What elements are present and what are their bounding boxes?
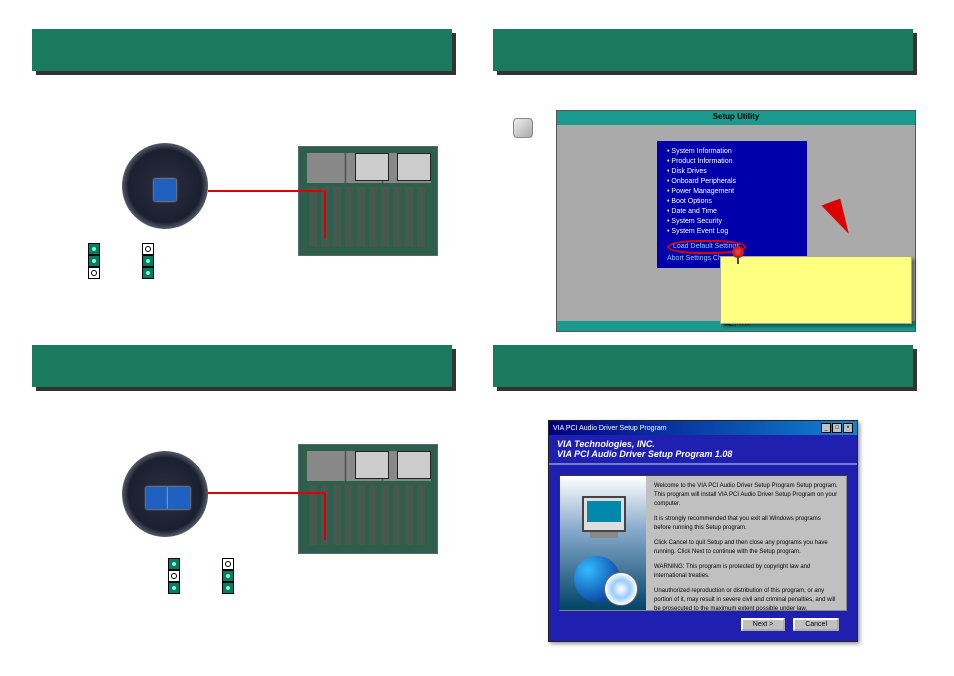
bios-item: Product Information bbox=[667, 157, 797, 167]
bios-item: Date and Time bbox=[667, 207, 797, 217]
installer-company: VIA Technologies, INC. bbox=[557, 439, 849, 449]
motherboard-closeup-2 bbox=[122, 451, 208, 537]
cd-disc-icon bbox=[604, 572, 638, 606]
pointer-line bbox=[324, 190, 326, 238]
section-header-4 bbox=[493, 345, 913, 387]
motherboard-board-1 bbox=[298, 146, 438, 256]
cancel-button[interactable]: Cancel bbox=[793, 618, 839, 631]
cpu-socket-icon bbox=[397, 451, 431, 479]
maximize-button[interactable]: □ bbox=[832, 423, 842, 433]
installer-header: VIA Technologies, INC. VIA PCI Audio Dri… bbox=[549, 435, 857, 465]
sticky-note bbox=[720, 256, 912, 324]
next-button[interactable]: Next > bbox=[741, 618, 785, 631]
installer-body: Welcome to the VIA PCI Audio Driver Setu… bbox=[559, 475, 847, 611]
jumper-chip-icon bbox=[154, 179, 176, 201]
installer-para: Click Cancel to quit Setup and then clos… bbox=[654, 539, 838, 557]
bios-item: Boot Options bbox=[667, 197, 797, 207]
arrow-red-icon bbox=[821, 199, 852, 240]
bios-item: System Event Log bbox=[667, 227, 797, 237]
installer-product: VIA PCI Audio Driver Setup Program 1.08 bbox=[557, 449, 849, 459]
jumper-diagram-a bbox=[88, 243, 100, 279]
motherboard-closeup-1 bbox=[122, 143, 208, 229]
bios-item: Power Management bbox=[667, 187, 797, 197]
minimize-button[interactable]: _ bbox=[821, 423, 831, 433]
installer-button-row: Next > Cancel bbox=[741, 618, 839, 631]
push-pin-icon bbox=[732, 246, 744, 258]
bios-title: Setup Utility bbox=[557, 111, 915, 125]
bios-item: System Security bbox=[667, 217, 797, 227]
monitor-icon bbox=[582, 496, 626, 532]
section-header-1 bbox=[32, 29, 452, 71]
section-header-2 bbox=[493, 29, 913, 71]
pointer-line bbox=[324, 492, 326, 540]
bios-item: Onboard Peripherals bbox=[667, 177, 797, 187]
installer-para: WARNING: This program is protected by co… bbox=[654, 563, 838, 581]
close-button[interactable]: × bbox=[843, 423, 853, 433]
bullet-cube-icon bbox=[513, 118, 533, 138]
bios-item: System Information bbox=[667, 147, 797, 157]
pointer-line bbox=[208, 190, 326, 192]
jumper-chip-icon bbox=[146, 487, 168, 509]
cpu-socket-icon bbox=[355, 451, 389, 479]
window-title: VIA PCI Audio Driver Setup Program bbox=[553, 425, 667, 432]
monitor-base-icon bbox=[590, 532, 618, 538]
jumper-chip-icon bbox=[168, 487, 190, 509]
installer-text: Welcome to the VIA PCI Audio Driver Setu… bbox=[646, 476, 846, 610]
jumper-diagram-c bbox=[168, 558, 180, 594]
section-header-3 bbox=[32, 345, 452, 387]
jumper-diagram-d bbox=[222, 558, 234, 594]
cpu-socket-icon bbox=[397, 153, 431, 181]
installer-window: VIA PCI Audio Driver Setup Program _ □ ×… bbox=[548, 420, 858, 642]
installer-para: It is strongly recommended that you exit… bbox=[654, 515, 838, 533]
installer-para: Unauthorized reproduction or distributio… bbox=[654, 587, 838, 614]
motherboard-board-2 bbox=[298, 444, 438, 554]
window-titlebar: VIA PCI Audio Driver Setup Program _ □ × bbox=[549, 421, 857, 435]
installer-para: Welcome to the VIA PCI Audio Driver Setu… bbox=[654, 482, 838, 509]
pointer-line bbox=[208, 492, 326, 494]
jumper-diagram-b bbox=[142, 243, 154, 279]
installer-side-image bbox=[560, 476, 646, 610]
bios-item: Disk Drives bbox=[667, 167, 797, 177]
cpu-socket-icon bbox=[355, 153, 389, 181]
